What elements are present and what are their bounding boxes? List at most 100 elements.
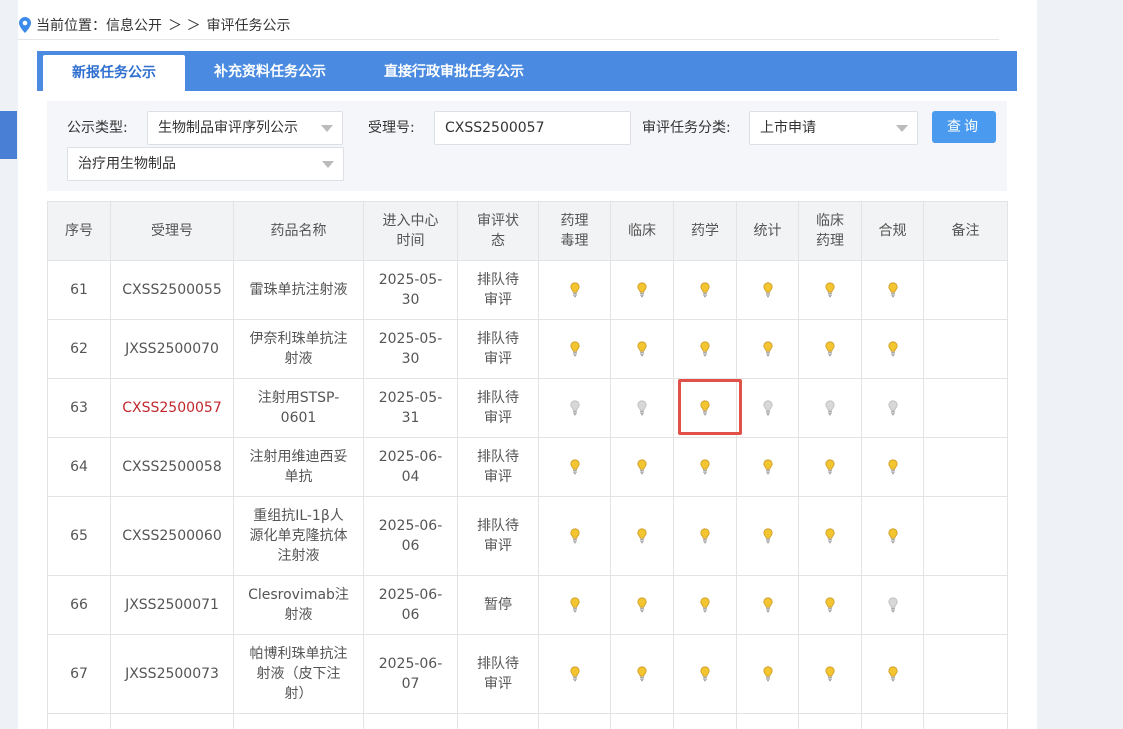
row-enter-time: 2025-05- 30	[363, 319, 458, 379]
lightbulb-on-icon	[569, 282, 580, 298]
lightbulb-on-icon	[887, 528, 898, 544]
row-pharmacy-cell	[673, 319, 737, 379]
row-enter-time: 2025-06- 06	[363, 496, 458, 576]
table-row[interactable]: 63 CXSS2500057 注射用STSP- 0601 2025-05- 31 排队待 审评	[47, 378, 1008, 438]
row-clinical-cell	[610, 496, 674, 576]
row-enter-time: 2025-06- 07	[363, 634, 458, 714]
breadcrumb-separator: ＞ ＞	[168, 17, 201, 34]
partial-row-cell	[363, 713, 458, 729]
row-index: 67	[47, 634, 111, 714]
lightbulb-on-icon	[700, 666, 710, 682]
lightbulb-on-icon	[569, 666, 580, 682]
row-note	[923, 319, 1008, 379]
tab-direct-approval-tasks[interactable]: 直接行政审批任务公示	[355, 51, 553, 91]
lightbulb-on-icon	[762, 528, 773, 544]
type-select-value: 生物制品审评序列公示	[158, 120, 298, 136]
row-note	[923, 496, 1008, 576]
row-drug-name: 重组抗IL-1β人 源化单克隆抗体 注射液	[233, 496, 364, 576]
lightbulb-on-icon	[825, 528, 835, 544]
table-row[interactable]: 66 JXSS2500071 Clesrovimab注 射液 2025-06- 06 暂停	[47, 575, 1008, 635]
col-note-header: 备注	[923, 201, 1008, 261]
row-note	[923, 575, 1008, 635]
row-compliance-cell	[861, 634, 924, 714]
row-accept-no: JXSS2500073	[110, 634, 234, 714]
type-label: 公示类型:	[67, 120, 128, 136]
lightbulb-on-icon	[825, 459, 835, 475]
row-note	[923, 260, 1008, 320]
lightbulb-on-icon	[700, 282, 710, 298]
row-review-status: 排队待 审评	[457, 378, 539, 438]
col-clin-pharm-header: 临床 药理	[798, 201, 862, 261]
row-clin-pharm-cell	[798, 496, 862, 576]
row-pharmacy-cell	[673, 634, 737, 714]
lightbulb-on-icon	[762, 666, 773, 682]
lightbulb-on-icon	[762, 597, 773, 613]
row-drug-name: 注射用维迪西妥 单抗	[233, 437, 364, 497]
partial-row-cell	[923, 713, 1008, 729]
subtype-select-value: 治疗用生物制品	[78, 156, 176, 172]
left-accent-bar	[0, 111, 17, 159]
row-clinical-cell	[610, 575, 674, 635]
lightbulb-on-icon	[762, 282, 773, 298]
chevron-down-icon	[321, 125, 333, 132]
partial-row-cell	[798, 713, 862, 729]
row-clinical-cell	[610, 319, 674, 379]
row-accept-no: JXSS2500070	[110, 319, 234, 379]
row-accept-no: JXSS2500071	[110, 575, 234, 635]
lightbulb-on-icon	[825, 341, 835, 357]
tab-supplement-tasks[interactable]: 补充资料任务公示	[185, 51, 355, 91]
lightbulb-on-icon	[700, 400, 710, 416]
breadcrumb-info-public[interactable]: 信息公开	[106, 15, 162, 35]
category-select[interactable]: 上市申请	[749, 111, 918, 145]
partial-row-cell	[736, 713, 799, 729]
accept-no-input[interactable]: CXSS2500057	[434, 111, 631, 145]
row-clin-pharm-cell	[798, 319, 862, 379]
row-statistics-cell	[736, 319, 799, 379]
row-clinical-cell	[610, 437, 674, 497]
row-compliance-cell	[861, 319, 924, 379]
table-row[interactable]	[47, 713, 1008, 729]
partial-row-cell	[47, 713, 111, 729]
breadcrumb-prefix: 当前位置：	[36, 17, 106, 34]
row-index: 66	[47, 575, 111, 635]
row-clin-pharm-cell	[798, 634, 862, 714]
row-pharmacy-cell	[673, 575, 737, 635]
tab-bar: 新报任务公示 补充资料任务公示 直接行政审批任务公示	[37, 51, 1017, 91]
category-label: 审评任务分类:	[642, 120, 731, 136]
row-drug-name: Clesrovimab注 射液	[233, 575, 364, 635]
row-review-status: 排队待 审评	[457, 496, 539, 576]
row-clin-pharm-cell	[798, 260, 862, 320]
row-statistics-cell	[736, 260, 799, 320]
lightbulb-on-icon	[637, 528, 647, 544]
row-pharm-tox-cell	[538, 437, 611, 497]
table-row[interactable]: 65 CXSS2500060 重组抗IL-1β人 源化单克隆抗体 注射液 2025-06-…	[47, 496, 1008, 576]
row-note	[923, 437, 1008, 497]
table-row[interactable]: 62 JXSS2500070 伊奈利珠单抗注 射液 2025-05- 30 排队待 审评	[47, 319, 1008, 379]
row-enter-time: 2025-05- 30	[363, 260, 458, 320]
table-row[interactable]: 61 CXSS2500055 雷珠单抗注射液 2025-05- 30 排队待 审评	[47, 260, 1008, 320]
row-clin-pharm-cell	[798, 437, 862, 497]
lightbulb-on-icon	[637, 597, 647, 613]
lightbulb-on-icon	[825, 282, 835, 298]
lightbulb-on-icon	[887, 459, 898, 475]
col-review-status-header: 审评状态	[457, 201, 539, 261]
type-select[interactable]: 生物制品审评序列公示	[147, 111, 343, 145]
location-pin-icon	[19, 16, 31, 33]
tab-new-tasks[interactable]: 新报任务公示	[43, 55, 185, 91]
table-row[interactable]: 64 CXSS2500058 注射用维迪西妥 单抗 2025-06- 04 排队待 审评	[47, 437, 1008, 497]
partial-row-cell	[538, 713, 611, 729]
col-compliance-header: 合规	[861, 201, 924, 261]
query-button[interactable]: 查询	[932, 111, 996, 143]
row-review-status: 暂停	[457, 575, 539, 635]
subtype-select[interactable]: 治疗用生物制品	[67, 147, 344, 181]
row-index: 64	[47, 437, 111, 497]
row-pharmacy-cell	[673, 260, 737, 320]
row-pharmacy-cell	[673, 378, 737, 438]
col-pharm-tox-header: 药理 毒理	[538, 201, 611, 261]
col-index-header: 序号	[47, 201, 111, 261]
lightbulb-off-icon	[887, 597, 898, 613]
lightbulb-off-icon	[887, 400, 898, 416]
row-accept-no: CXSS2500057	[110, 378, 234, 438]
lightbulb-on-icon	[700, 459, 710, 475]
table-row[interactable]: 67 JXSS2500073 帕博利珠单抗注 射液（皮下注 射） 2025-06- 07 排队…	[47, 634, 1008, 714]
